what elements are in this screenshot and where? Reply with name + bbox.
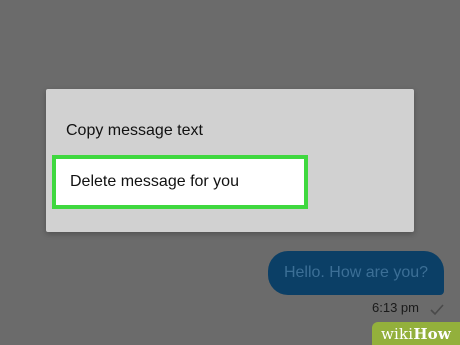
message-bubble[interactable]: Hello. How are you? bbox=[268, 251, 444, 295]
context-menu: Copy message text Delete message for you bbox=[46, 89, 414, 232]
copy-message-text-item[interactable]: Copy message text bbox=[46, 111, 414, 151]
copy-message-text-label: Copy message text bbox=[66, 122, 203, 139]
watermark-wiki: wiki bbox=[380, 324, 414, 343]
message-timestamp: 6:13 pm bbox=[372, 300, 419, 315]
delete-message-for-you-label: Delete message for you bbox=[70, 173, 239, 190]
check-icon bbox=[430, 304, 444, 316]
delete-message-for-you-item[interactable]: Delete message for you bbox=[52, 155, 308, 209]
wikihow-watermark: wiki How bbox=[372, 322, 460, 345]
message-text: Hello. How are you? bbox=[283, 264, 429, 281]
watermark-how: How bbox=[413, 324, 452, 343]
